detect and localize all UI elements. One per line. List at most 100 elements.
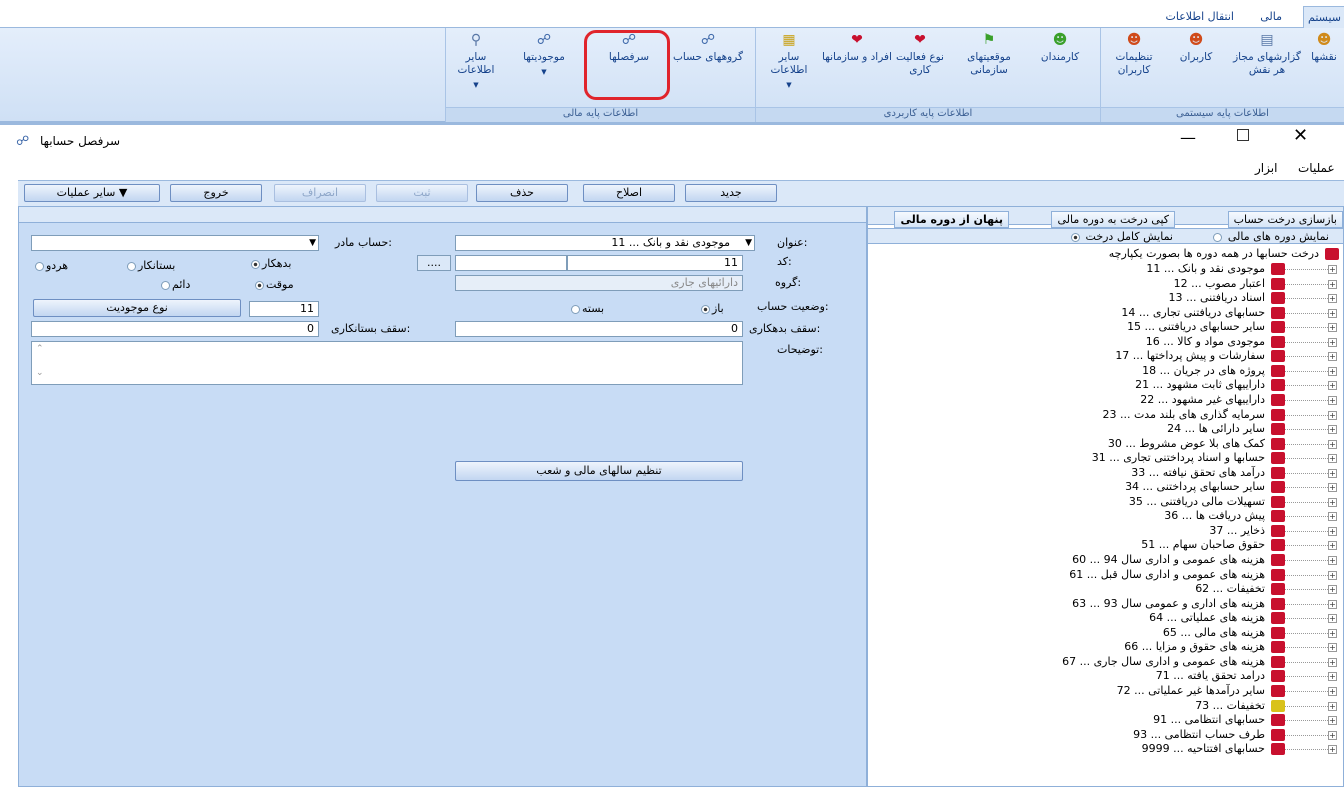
users-button[interactable]: ☻ کاربران: [1168, 32, 1224, 64]
permanent-radio[interactable]: دائم: [159, 278, 190, 291]
title-select[interactable]: 11 ... موجودی نقد و بانک ▼: [455, 235, 755, 251]
tree-item[interactable]: +23 ... سرمایه گذاری های بلند مدت: [868, 408, 1343, 423]
tree-item[interactable]: +65 ... هزینه های مالی: [868, 626, 1343, 641]
tree-item[interactable]: +64 ... هزینه های عملیاتی: [868, 611, 1343, 626]
save-button[interactable]: ثبت: [376, 184, 468, 202]
tree-item[interactable]: +13 ... اسناد دریافتنی: [868, 291, 1343, 306]
tab-system[interactable]: سیستم: [1303, 6, 1344, 28]
tree-item[interactable]: +62 ... تخفیفات: [868, 582, 1343, 597]
credit-cap-input[interactable]: 0: [31, 321, 319, 337]
tree-item[interactable]: +21 ... داراییهای ثابت مشهود: [868, 378, 1343, 393]
both-radio[interactable]: هردو: [33, 259, 68, 272]
expand-icon[interactable]: +: [1328, 599, 1337, 609]
expand-icon[interactable]: +: [1328, 657, 1337, 667]
code-input-2[interactable]: [455, 255, 567, 271]
cancel-button[interactable]: انصراف: [274, 184, 366, 202]
roles-button[interactable]: ☻ نقشها: [1300, 32, 1344, 64]
expand-icon[interactable]: +: [1328, 323, 1337, 333]
tree-item[interactable]: +24 ... سایر دارائی ها: [868, 422, 1343, 437]
tree-item[interactable]: +33 ... درآمد های تحقق نیافته: [868, 466, 1343, 481]
temporary-radio[interactable]: موقت: [253, 278, 294, 291]
exit-button[interactable]: خروج: [170, 184, 262, 202]
delete-button[interactable]: حذف: [476, 184, 568, 202]
open-radio[interactable]: باز: [699, 302, 724, 315]
tree-item[interactable]: +18 ... پروژه های در جریان: [868, 364, 1343, 379]
expand-icon[interactable]: +: [1328, 294, 1337, 304]
tab-data-transfer[interactable]: انتقال اطلاعات: [1166, 10, 1235, 23]
expand-icon[interactable]: +: [1328, 614, 1337, 624]
description-textarea[interactable]: ⌃ ⌄: [31, 341, 743, 385]
expand-icon[interactable]: +: [1328, 468, 1337, 478]
role-reports-button[interactable]: ▤ گزارشهای مجاز هر نقش: [1232, 32, 1302, 77]
scroll-down-icon[interactable]: ⌄: [36, 368, 44, 378]
positions-button[interactable]: ⚑ موقعیتهای سازمانی: [953, 32, 1025, 77]
other-info-app-button[interactable]: ▦ سایر اطلاعات ▼: [760, 32, 818, 92]
show-full-tree-radio[interactable]: نمایش کامل درخت: [1069, 230, 1173, 243]
expand-icon[interactable]: +: [1328, 337, 1337, 347]
tree-item[interactable]: +14 ... حسابهای دریافتنی تجاری: [868, 306, 1343, 321]
expand-icon[interactable]: +: [1328, 497, 1337, 507]
maximize-button[interactable]: [1237, 129, 1249, 141]
debit-radio[interactable]: بدهکار: [249, 257, 291, 270]
account-tree[interactable]: درخت حسابها در همه دوره ها بصورت یکپارچه…: [868, 245, 1343, 788]
expand-icon[interactable]: +: [1328, 352, 1337, 362]
expand-icon[interactable]: +: [1328, 265, 1337, 274]
expand-icon[interactable]: +: [1328, 686, 1337, 696]
expand-icon[interactable]: +: [1328, 730, 1337, 740]
rebuild-tree-button[interactable]: بازسازی درخت حساب: [1227, 211, 1343, 228]
tree-item[interactable]: +15 ... سایر حسابهای دریافتنی: [868, 320, 1343, 335]
scroll-up-icon[interactable]: ⌃: [36, 344, 44, 354]
debit-cap-input[interactable]: 0: [455, 321, 743, 337]
edit-button[interactable]: اصلاح: [583, 184, 675, 202]
menu-tools[interactable]: ابزار: [1255, 161, 1277, 175]
tree-item[interactable]: +31 ... حسابها و اسناد پرداختنی تجاری: [868, 451, 1343, 466]
expand-icon[interactable]: +: [1328, 425, 1337, 435]
expand-icon[interactable]: +: [1328, 512, 1337, 522]
expand-icon[interactable]: +: [1328, 570, 1337, 580]
tree-item[interactable]: +35 ... تسهیلات مالی دریافتنی: [868, 495, 1343, 510]
expand-icon[interactable]: +: [1328, 628, 1337, 638]
minimize-button[interactable]: —: [1180, 128, 1196, 147]
tree-item[interactable]: +9999 ... حسابهای افتتاحیه: [868, 742, 1343, 757]
hide-from-period-button[interactable]: پنهان از دوره مالی: [894, 211, 1009, 228]
tab-finance[interactable]: مالی: [1260, 10, 1282, 23]
expand-icon[interactable]: +: [1328, 556, 1337, 565]
expand-icon[interactable]: +: [1328, 308, 1337, 318]
account-groups-button[interactable]: ☍ گروههای حساب: [672, 32, 744, 64]
tree-item[interactable]: +34 ... سایر حسابهای پرداختنی: [868, 480, 1343, 495]
expand-icon[interactable]: +: [1328, 454, 1337, 464]
tree-item[interactable]: +61 ... هزینه های عمومی و اداری سال قبل: [868, 568, 1343, 583]
parent-account-select[interactable]: ▼: [31, 235, 319, 251]
tree-item[interactable]: +16 ... موجودی مواد و کالا: [868, 335, 1343, 350]
group-input[interactable]: دارائیهای جاری: [455, 275, 743, 291]
tree-item[interactable]: +60 ... هزینه های عمومی و اداری سال 94: [868, 553, 1343, 568]
tree-item[interactable]: +36 ... پیش دریافت ها: [868, 509, 1343, 524]
expand-icon[interactable]: +: [1328, 701, 1337, 711]
tree-item[interactable]: +67 ... هزینه های عمومی و اداری سال جاری: [868, 655, 1343, 670]
expand-icon[interactable]: +: [1328, 541, 1337, 551]
menu-operations[interactable]: عملیات: [1298, 161, 1335, 175]
entity-type-button[interactable]: نوع موجودیت: [33, 299, 241, 317]
closed-radio[interactable]: بسته: [569, 302, 604, 315]
copy-tree-button[interactable]: کپی درخت به دوره مالی: [1051, 211, 1175, 228]
expand-icon[interactable]: +: [1328, 585, 1337, 595]
employees-button[interactable]: ☻ کارمندان: [1025, 32, 1095, 64]
tree-item[interactable]: +51 ... حقوق صاحبان سهام: [868, 538, 1343, 553]
expand-icon[interactable]: +: [1328, 672, 1337, 682]
tree-item[interactable]: +73 ... تخفیفات: [868, 699, 1343, 714]
expand-icon[interactable]: +: [1328, 279, 1337, 289]
fiscal-years-setup-button[interactable]: تنظیم سالهای مالی و شعب: [455, 461, 743, 481]
entities-button[interactable]: ☍ موجودیتها ▼: [508, 32, 580, 79]
close-button[interactable]: ✕: [1293, 125, 1308, 146]
expand-icon[interactable]: +: [1328, 410, 1337, 420]
credit-radio[interactable]: بستانکار: [125, 259, 175, 272]
new-button[interactable]: جدید: [685, 184, 777, 202]
tree-item[interactable]: +93 ... طرف حساب انتظامی: [868, 728, 1343, 743]
tree-item[interactable]: +12 ... اعتبار مصوب: [868, 277, 1343, 292]
activity-type-button[interactable]: ❤ نوع فعالیت کاری: [890, 32, 950, 77]
tree-item[interactable]: +91 ... حسابهای انتظامی: [868, 713, 1343, 728]
tree-root[interactable]: درخت حسابها در همه دوره ها بصورت یکپارچه: [868, 247, 1343, 262]
show-periods-radio[interactable]: نمایش دوره های مالی: [1211, 230, 1329, 243]
expand-icon[interactable]: +: [1328, 526, 1337, 536]
tree-item[interactable]: +37 ... ذخایر: [868, 524, 1343, 539]
